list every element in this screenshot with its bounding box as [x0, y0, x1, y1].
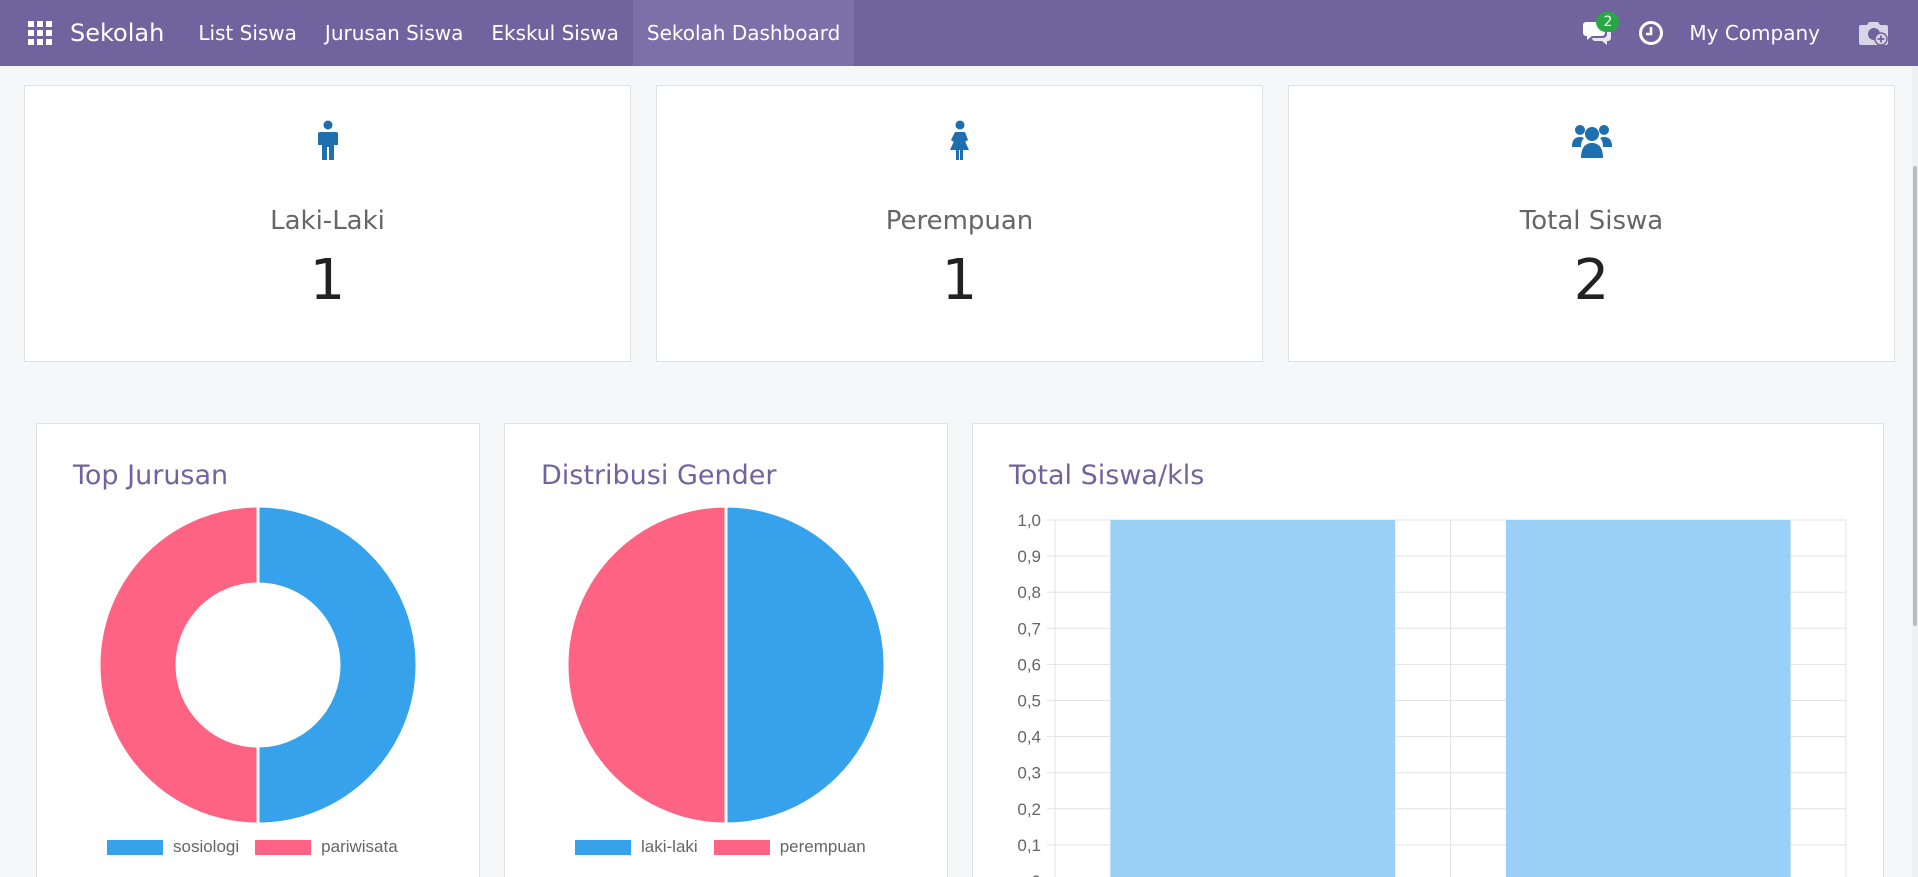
chart-legend: sosiologi pariwisata	[107, 837, 414, 857]
kpi-card-total-siswa: Total Siswa 2	[1288, 85, 1895, 362]
y-tick-label: 0,2	[1017, 800, 1041, 819]
messaging-button[interactable]: 2	[1577, 12, 1620, 53]
pie-chart	[565, 504, 887, 826]
kpi-icon-wrap	[657, 120, 1262, 160]
y-tick-label: 0,9	[1017, 547, 1041, 566]
menu-ekskul-siswa[interactable]: Ekskul Siswa	[477, 0, 632, 66]
camera-icon	[1859, 22, 1888, 46]
legend-item-perempuan[interactable]: perempuan	[713, 837, 866, 857]
activities-button[interactable]	[1631, 13, 1671, 53]
slice-perempuan[interactable]	[565, 504, 728, 826]
y-tick-label: 0	[1032, 872, 1041, 877]
kpi-value: 1	[941, 248, 978, 313]
legend-item-sosiologi[interactable]: sosiologi	[107, 837, 239, 857]
legend-label: sosiologi	[173, 837, 240, 856]
app-brand[interactable]: Sekolah	[70, 19, 164, 47]
slice-laki-laki[interactable]	[724, 504, 887, 826]
bar-1[interactable]	[1505, 520, 1791, 877]
menu-sekolah-dashboard[interactable]: Sekolah Dashboard	[632, 0, 855, 66]
kpi-card-perempuan: Perempuan 1	[656, 85, 1263, 362]
top-navbar: Sekolah List Siswa Jurusan Siswa Ekskul …	[0, 0, 1918, 66]
legend-swatch	[107, 839, 163, 855]
kpi-icon-wrap	[1289, 120, 1894, 160]
bar-0[interactable]	[1110, 520, 1396, 877]
chart-card-total-siswa-kls: Total Siswa/kls 1,0 0,9 0,8 0,7 0,6 0,5 0,4 0,3…	[972, 423, 1884, 877]
y-tick-label: 0,7	[1017, 619, 1041, 638]
y-tick-label: 0,5	[1017, 692, 1041, 711]
female-icon	[949, 120, 969, 160]
donut-chart	[97, 504, 419, 826]
company-switcher[interactable]: My Company	[1689, 21, 1820, 45]
slice-pariwisata[interactable]	[97, 504, 260, 826]
clock-icon	[1639, 21, 1664, 45]
y-tick-label: 0,8	[1017, 583, 1041, 602]
legend-swatch	[713, 839, 770, 855]
legend-item-pariwisata[interactable]: pariwisata	[255, 837, 398, 857]
legend-label: perempuan	[779, 837, 866, 856]
male-icon	[317, 120, 338, 160]
kpi-value: 2	[1573, 248, 1610, 313]
y-tick-label: 1,0	[1017, 511, 1041, 530]
apps-grid-icon	[28, 21, 52, 45]
y-tick-label: 0,4	[1017, 728, 1041, 747]
users-icon	[1571, 125, 1612, 158]
legend-label: pariwisata	[321, 837, 398, 856]
bar-chart: 1,0 0,9 0,8 0,7 0,6 0,5 0,4 0,3 0,2 0,1 0	[1017, 511, 1847, 877]
legend-swatch	[255, 839, 312, 855]
slice-sosiologi[interactable]	[256, 504, 419, 826]
kpi-label: Perempuan	[885, 206, 1034, 236]
apps-menu-button[interactable]	[20, 13, 60, 53]
chart-card-top-jurusan: Top Jurusan sosiologi pariwisata	[36, 423, 480, 877]
legend-label: laki-laki	[641, 837, 698, 856]
user-avatar-button[interactable]	[1854, 13, 1894, 53]
y-tick-label: 0,6	[1017, 655, 1041, 674]
legend-swatch	[575, 839, 631, 855]
legend-item-laki-laki[interactable]: laki-laki	[575, 837, 698, 857]
menu-jurusan-siswa[interactable]: Jurusan Siswa	[311, 0, 477, 66]
y-tick-label: 0,1	[1017, 836, 1041, 855]
kpi-icon-wrap	[25, 120, 630, 160]
scrollbar-thumb[interactable]	[1913, 166, 1917, 626]
y-tick-label: 0,3	[1017, 764, 1041, 783]
kpi-label: Total Siswa	[1519, 206, 1664, 236]
chart-card-distribusi-gender: Distribusi Gender laki-laki perempuan	[504, 423, 948, 877]
menu-list-siswa[interactable]: List Siswa	[184, 0, 311, 66]
kpi-label: Laki-Laki	[270, 206, 385, 236]
kpi-value: 1	[309, 248, 346, 313]
kpi-card-laki-laki: Laki-Laki 1	[24, 85, 631, 362]
page-scrollbar[interactable]	[1912, 66, 1918, 877]
chart-legend: laki-laki perempuan	[575, 837, 882, 857]
message-count-badge: 2	[1596, 12, 1620, 32]
